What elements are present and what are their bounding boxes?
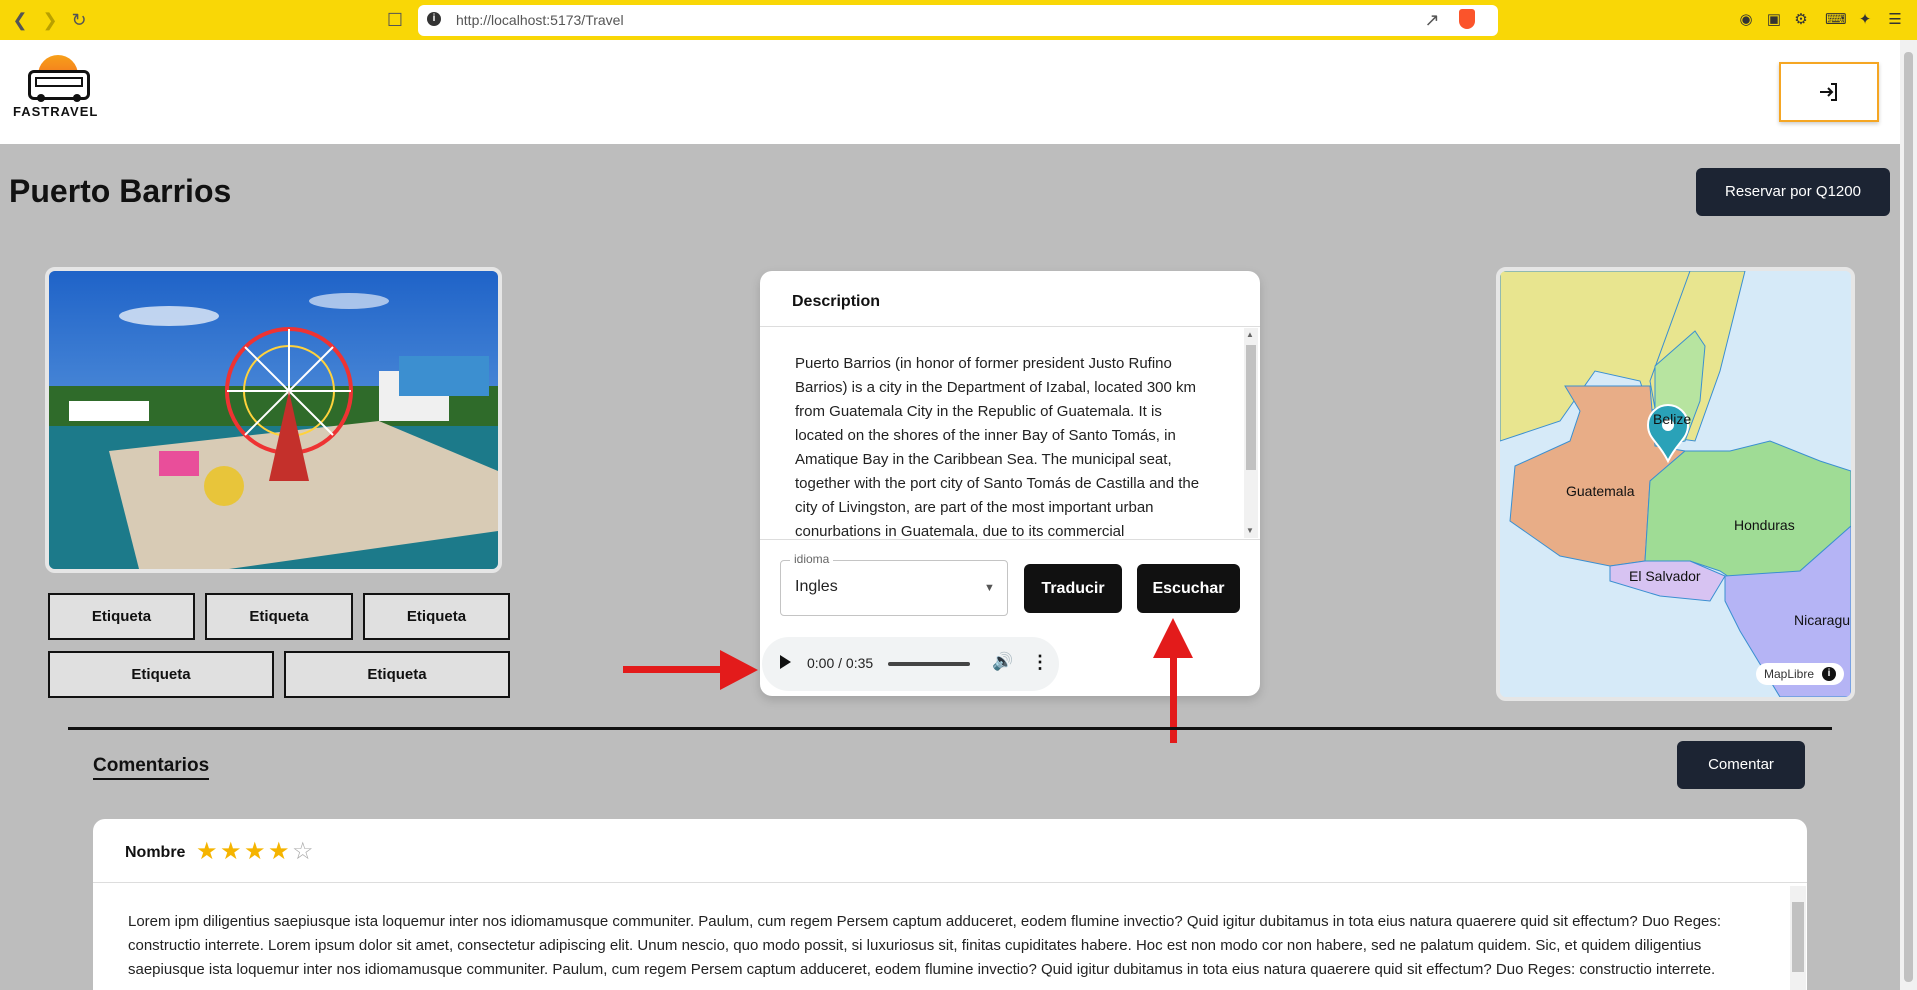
url-text[interactable]: http://localhost:5173/Travel bbox=[456, 12, 624, 28]
language-select-label: idioma bbox=[790, 552, 834, 566]
comment-text: Lorem ipm diligentius saepiusque ista lo… bbox=[128, 913, 1722, 978]
map-attribution-text[interactable]: MapLibre bbox=[1764, 667, 1814, 681]
description-heading: Description bbox=[792, 293, 881, 310]
tag-chip[interactable]: Etiqueta bbox=[284, 651, 510, 698]
info-icon[interactable]: i bbox=[1822, 667, 1836, 681]
comment-author: Nombre bbox=[125, 844, 186, 861]
map-label-belize: Belize bbox=[1653, 411, 1692, 427]
star-empty-icon: ☆ bbox=[292, 838, 314, 865]
audio-progress-slider[interactable] bbox=[888, 662, 970, 666]
map-label-guatemala: Guatemala bbox=[1566, 483, 1635, 499]
bus-logo-icon bbox=[28, 70, 90, 102]
tag-chip[interactable]: Etiqueta bbox=[363, 593, 510, 640]
star-filled-icon: ★ bbox=[220, 838, 242, 865]
translate-button[interactable]: Traducir bbox=[1024, 564, 1122, 613]
bookmark-icon[interactable]: ☐ bbox=[383, 8, 407, 32]
logout-icon bbox=[1820, 83, 1837, 101]
menu-icon[interactable]: ☰ bbox=[1885, 10, 1905, 30]
destination-photo bbox=[45, 267, 502, 573]
sparkle-icon[interactable]: ✦ bbox=[1855, 10, 1875, 30]
scroll-up-icon[interactable]: ▲ bbox=[1246, 330, 1254, 339]
language-select-value[interactable]: Ingles bbox=[795, 578, 838, 596]
page-scrollbar-thumb[interactable] bbox=[1904, 52, 1913, 982]
extension-icon[interactable]: ◉ bbox=[1736, 10, 1756, 30]
extension-icon[interactable]: ⚙ bbox=[1791, 10, 1811, 30]
map-label-el-salvador: El Salvador bbox=[1629, 568, 1701, 584]
map-view[interactable] bbox=[1496, 267, 1855, 701]
forward-icon[interactable]: ❯ bbox=[38, 8, 62, 32]
description-scrollbar-thumb[interactable] bbox=[1246, 345, 1256, 470]
tag-chip[interactable]: Etiqueta bbox=[48, 651, 274, 698]
comments-title: Comentarios bbox=[93, 755, 210, 780]
logout-button[interactable] bbox=[1779, 62, 1879, 122]
section-divider bbox=[68, 727, 1832, 730]
puzzle-icon[interactable]: ⌨ bbox=[1825, 10, 1847, 30]
reserve-button[interactable]: Reservar por Q1200 bbox=[1696, 168, 1890, 216]
audio-time: 0:00 / 0:35 bbox=[807, 655, 874, 671]
play-icon[interactable] bbox=[780, 655, 791, 669]
star-filled-icon: ★ bbox=[268, 838, 290, 865]
annotation-arrow-head bbox=[1153, 618, 1193, 658]
back-icon[interactable]: ❮ bbox=[8, 8, 32, 32]
volume-icon[interactable]: 🔊 bbox=[992, 652, 1013, 672]
scroll-down-icon[interactable]: ▼ bbox=[1246, 526, 1254, 535]
tag-chip[interactable]: Etiqueta bbox=[205, 593, 353, 640]
more-options-icon[interactable]: ⋮ bbox=[1031, 652, 1049, 673]
reload-icon[interactable]: ↻ bbox=[67, 8, 91, 32]
star-filled-icon: ★ bbox=[196, 838, 218, 865]
divider bbox=[760, 326, 1260, 327]
comment-scrollbar-thumb[interactable] bbox=[1792, 902, 1804, 972]
logo-text: FASTRAVEL bbox=[13, 104, 99, 119]
tag-chip[interactable]: Etiqueta bbox=[48, 593, 195, 640]
divider bbox=[93, 882, 1807, 883]
chevron-down-icon[interactable]: ▼ bbox=[984, 582, 995, 594]
app-header bbox=[0, 40, 1900, 144]
description-text: Puerto Barrios (in honor of former presi… bbox=[795, 355, 1200, 537]
star-filled-icon: ★ bbox=[244, 838, 266, 865]
map-label-nicaragua: Nicaragu bbox=[1794, 612, 1851, 628]
page-title: Puerto Barrios bbox=[9, 173, 232, 209]
divider bbox=[760, 539, 1260, 540]
sidebar-icon[interactable]: ▣ bbox=[1764, 10, 1784, 30]
annotation-arrow bbox=[623, 666, 723, 673]
annotation-arrow-head bbox=[720, 650, 758, 690]
map-label-honduras: Honduras bbox=[1734, 517, 1795, 533]
listen-button[interactable]: Escuchar bbox=[1137, 564, 1240, 613]
share-icon[interactable]: ↗ bbox=[1420, 8, 1444, 32]
brave-shield-icon[interactable] bbox=[1459, 9, 1475, 29]
comment-button[interactable]: Comentar bbox=[1677, 741, 1805, 789]
info-icon[interactable]: i bbox=[427, 12, 441, 26]
